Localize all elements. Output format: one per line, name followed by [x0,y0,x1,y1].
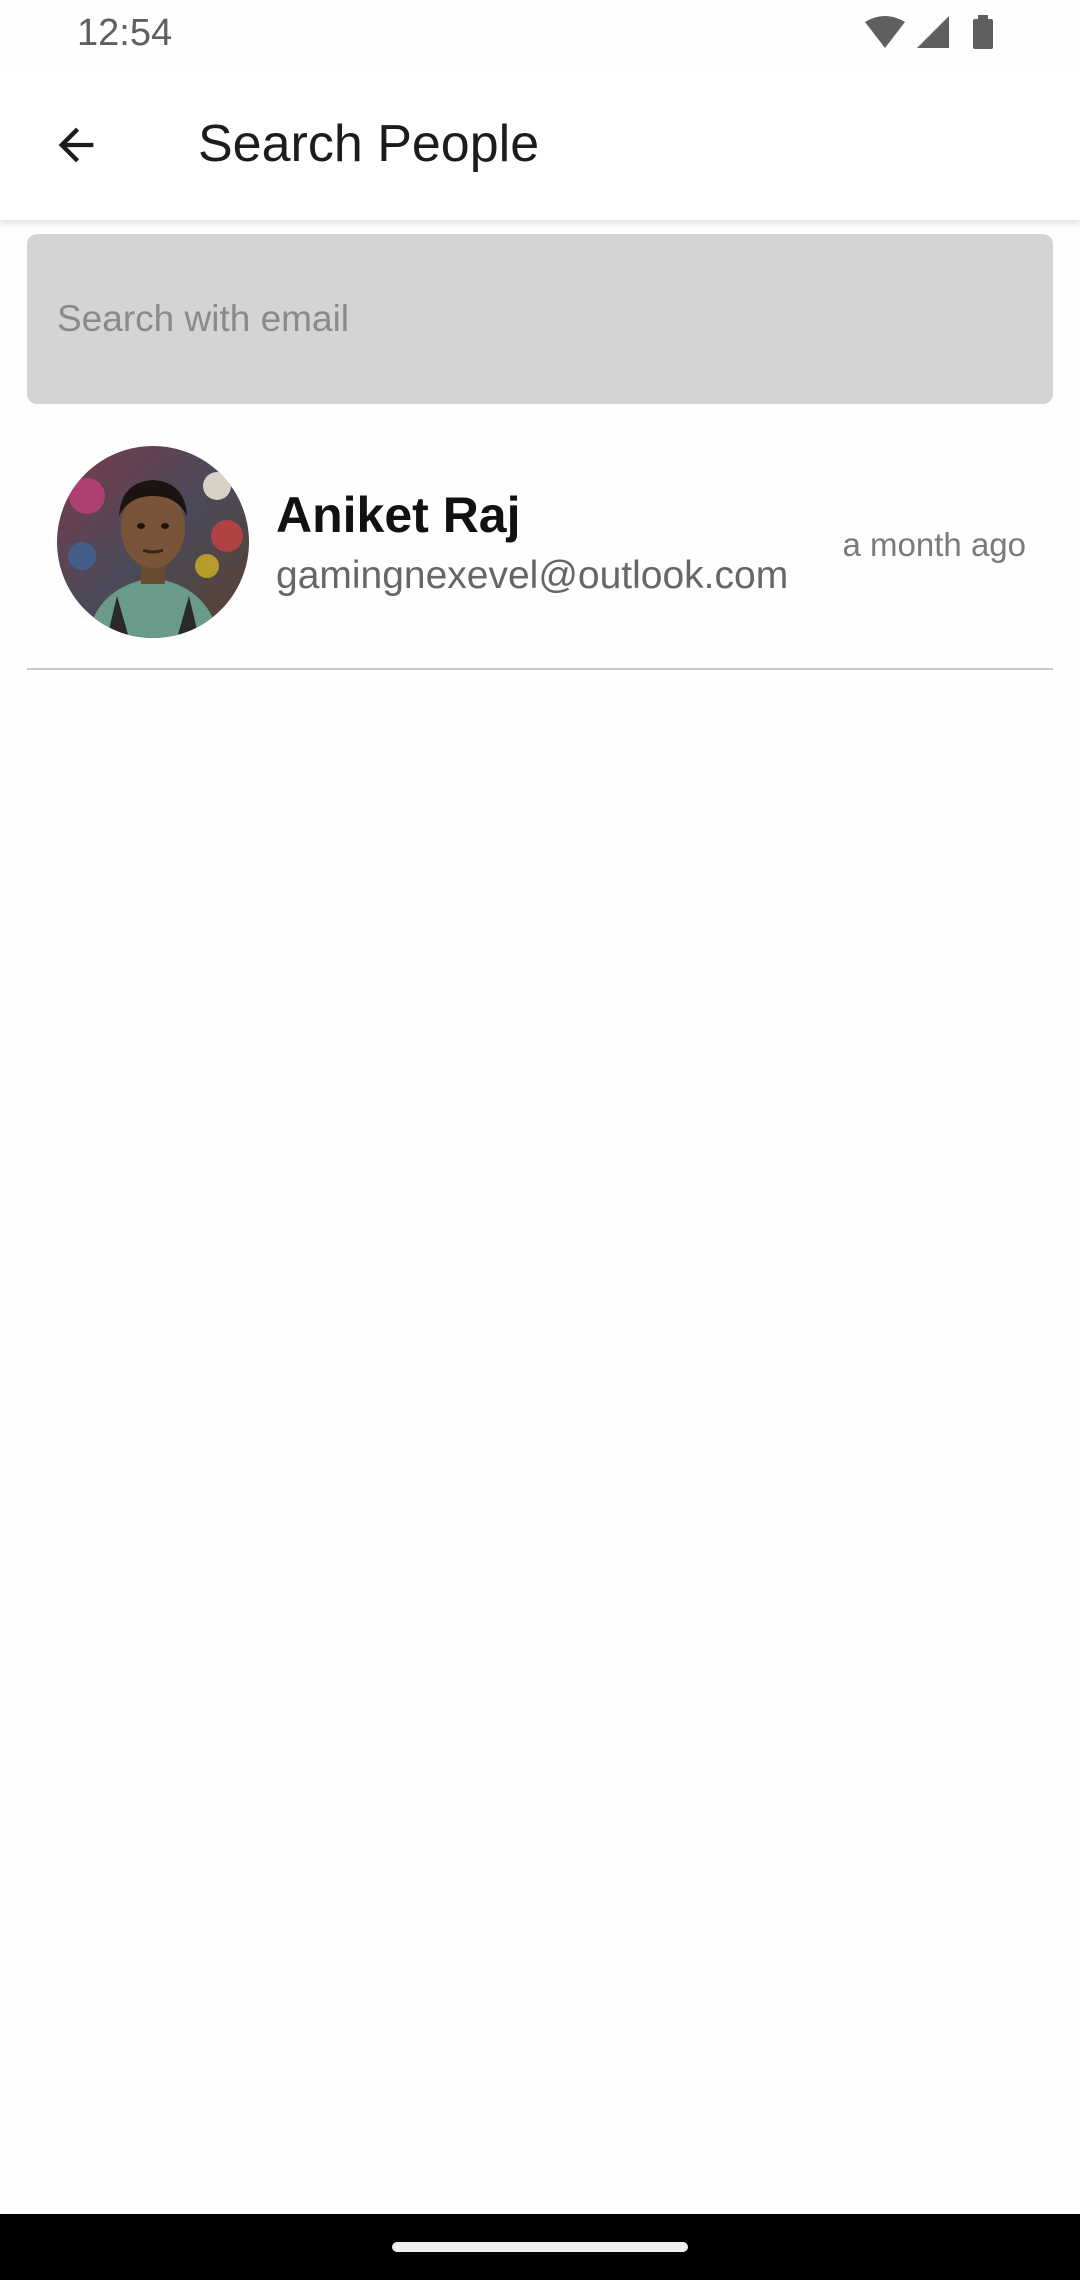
battery-icon [973,15,993,49]
search-box[interactable] [27,234,1053,404]
search-people-screen: 12:54 Search People Search with email An… [0,0,1080,2280]
home-indicator[interactable] [392,2242,688,2252]
wifi-icon [865,16,905,48]
person-name: Aniket Raj [276,487,521,543]
back-button[interactable] [36,105,116,185]
arrow-left-icon [58,127,94,163]
status-time: 12:54 [77,12,173,54]
avatar [57,446,249,638]
list-item-person[interactable]: Aniket Raj gamingnexevel@outlook.com a m… [27,430,1053,670]
app-bar: Search People [0,70,1080,220]
search-email-input[interactable] [57,234,1017,404]
person-email: gamingnexevel@outlook.com [276,554,789,597]
cellular-signal-icon [917,16,949,48]
status-bar: 12:54 [0,0,1080,70]
status-icons [865,14,1005,54]
avatar-photo [57,446,249,638]
page-title: Search People [198,115,540,173]
system-nav-bar [0,2214,1080,2280]
person-timestamp: a month ago [842,526,1026,563]
status-icons-svg [865,15,993,49]
